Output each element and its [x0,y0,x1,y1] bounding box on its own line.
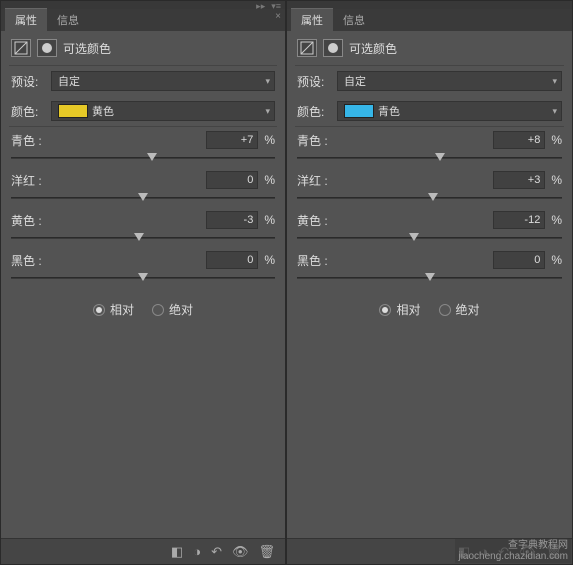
slider-value[interactable]: -3 [206,211,258,229]
tab-properties[interactable]: 属性 [291,8,333,31]
slider-thumb[interactable] [138,193,148,201]
slider-track[interactable] [11,231,275,245]
percent-label: % [551,173,562,187]
slider-track[interactable] [297,191,562,205]
slider-block: 青色 : +7% [1,127,285,167]
slider-label: 黄色 : [297,212,328,229]
slider-thumb[interactable] [409,233,419,241]
slider-label: 青色 : [11,132,42,149]
slider-value[interactable]: 0 [206,251,258,269]
slider-track[interactable] [11,271,275,285]
preset-row: 预设: 自定 [1,66,285,96]
slider-value[interactable]: 0 [206,171,258,189]
mask-icon [37,39,57,57]
slider-value[interactable]: +3 [493,171,545,189]
visibility-icon[interactable]: 👁 [232,544,249,560]
clip-icon[interactable]: ◧ [171,544,183,560]
slider-block: 黑色 : 0% [1,247,285,287]
adjustment-icon [297,39,317,57]
slider-value[interactable]: -12 [493,211,545,229]
slider-thumb[interactable] [147,153,157,161]
slider-track[interactable] [297,271,562,285]
properties-panel-right: 属性 信息 可选颜色 预设: 自定 颜色: 青色 青色 :+8%洋红 :+3%黄… [286,0,573,565]
slider-block: 洋红 : 0% [1,167,285,207]
slider-label: 黄色 : [11,212,42,229]
panel-title-text: 可选颜色 [63,40,111,57]
radio-relative[interactable]: 相对 [379,301,420,318]
tab-info[interactable]: 信息 [333,9,375,31]
percent-label: % [551,133,562,147]
slider-thumb[interactable] [435,153,445,161]
panel-footer: ◧ ◑ ↶ 👁 🗑 [1,538,285,564]
slider-value[interactable]: 0 [493,251,545,269]
color-row: 颜色: 青色 [287,96,572,126]
method-radios: 相对 绝对 [1,287,285,332]
mask-icon [323,39,343,57]
slider-block: 黄色 : -3% [1,207,285,247]
percent-label: % [264,253,275,267]
color-row: 颜色: 黄色 [1,96,285,126]
slider-label: 洋红 : [297,172,328,189]
slider-block: 黑色 : 0% [287,247,572,287]
slider-block: 洋红 : +3% [287,167,572,207]
adjustment-icon [11,39,31,57]
slider-label: 黑色 : [11,252,42,269]
color-swatch [58,104,88,118]
slider-thumb[interactable] [134,233,144,241]
preset-select[interactable]: 自定 [51,71,275,91]
preset-label: 预设: [11,73,45,90]
slider-label: 青色 : [297,132,328,149]
slider-track[interactable] [297,151,562,165]
panel-title-text: 可选颜色 [349,40,397,57]
reset-icon[interactable]: ↶ [211,544,222,560]
radio-relative[interactable]: 相对 [93,301,134,318]
close-icon[interactable]: × [275,11,281,22]
watermark: 查字典教程网 jiaocheng.chazidian.com [455,539,571,563]
percent-label: % [551,213,562,227]
radio-absolute[interactable]: 绝对 [439,301,480,318]
color-label: 颜色: [297,103,331,120]
percent-label: % [264,213,275,227]
slider-label: 洋红 : [11,172,42,189]
slider-thumb[interactable] [428,193,438,201]
panel-title-row: 可选颜色 [287,31,572,65]
sliders-right: 青色 : +8% 洋红 : +3% 黄色 : -12% 黑色 : 0% [287,127,572,287]
slider-block: 青色 : +8% [287,127,572,167]
radio-absolute[interactable]: 绝对 [152,301,193,318]
preset-row: 预设: 自定 [287,66,572,96]
slider-track[interactable] [297,231,562,245]
tab-info[interactable]: 信息 [47,9,89,31]
slider-thumb[interactable] [138,273,148,281]
preset-label: 预设: [297,73,331,90]
slider-label: 黑色 : [297,252,328,269]
slider-value[interactable]: +8 [493,131,545,149]
tab-strip: 属性 信息 × [1,9,285,31]
color-label: 颜色: [11,103,45,120]
slider-value[interactable]: +7 [206,131,258,149]
panel-title-row: 可选颜色 [1,31,285,65]
percent-label: % [264,173,275,187]
properties-panel-left: ▸▸ ▾≡ 属性 信息 × 可选颜色 预设: 自定 颜色: 黄色 青色 :+7%… [0,0,286,565]
slider-track[interactable] [11,151,275,165]
method-radios: 相对 绝对 [287,287,572,332]
preset-select[interactable]: 自定 [337,71,562,91]
trash-icon[interactable]: 🗑 [258,544,275,560]
slider-track[interactable] [11,191,275,205]
prev-state-icon[interactable]: ◑ [193,544,201,559]
tab-properties[interactable]: 属性 [5,8,47,31]
sliders-left: 青色 : +7% 洋红 : 0% 黄色 : -3% 黑色 : 0% [1,127,285,287]
percent-label: % [264,133,275,147]
color-select[interactable]: 黄色 [51,101,275,121]
color-select[interactable]: 青色 [337,101,562,121]
slider-block: 黄色 : -12% [287,207,572,247]
percent-label: % [551,253,562,267]
slider-thumb[interactable] [425,273,435,281]
tab-strip: 属性 信息 [287,9,572,31]
color-swatch [344,104,374,118]
